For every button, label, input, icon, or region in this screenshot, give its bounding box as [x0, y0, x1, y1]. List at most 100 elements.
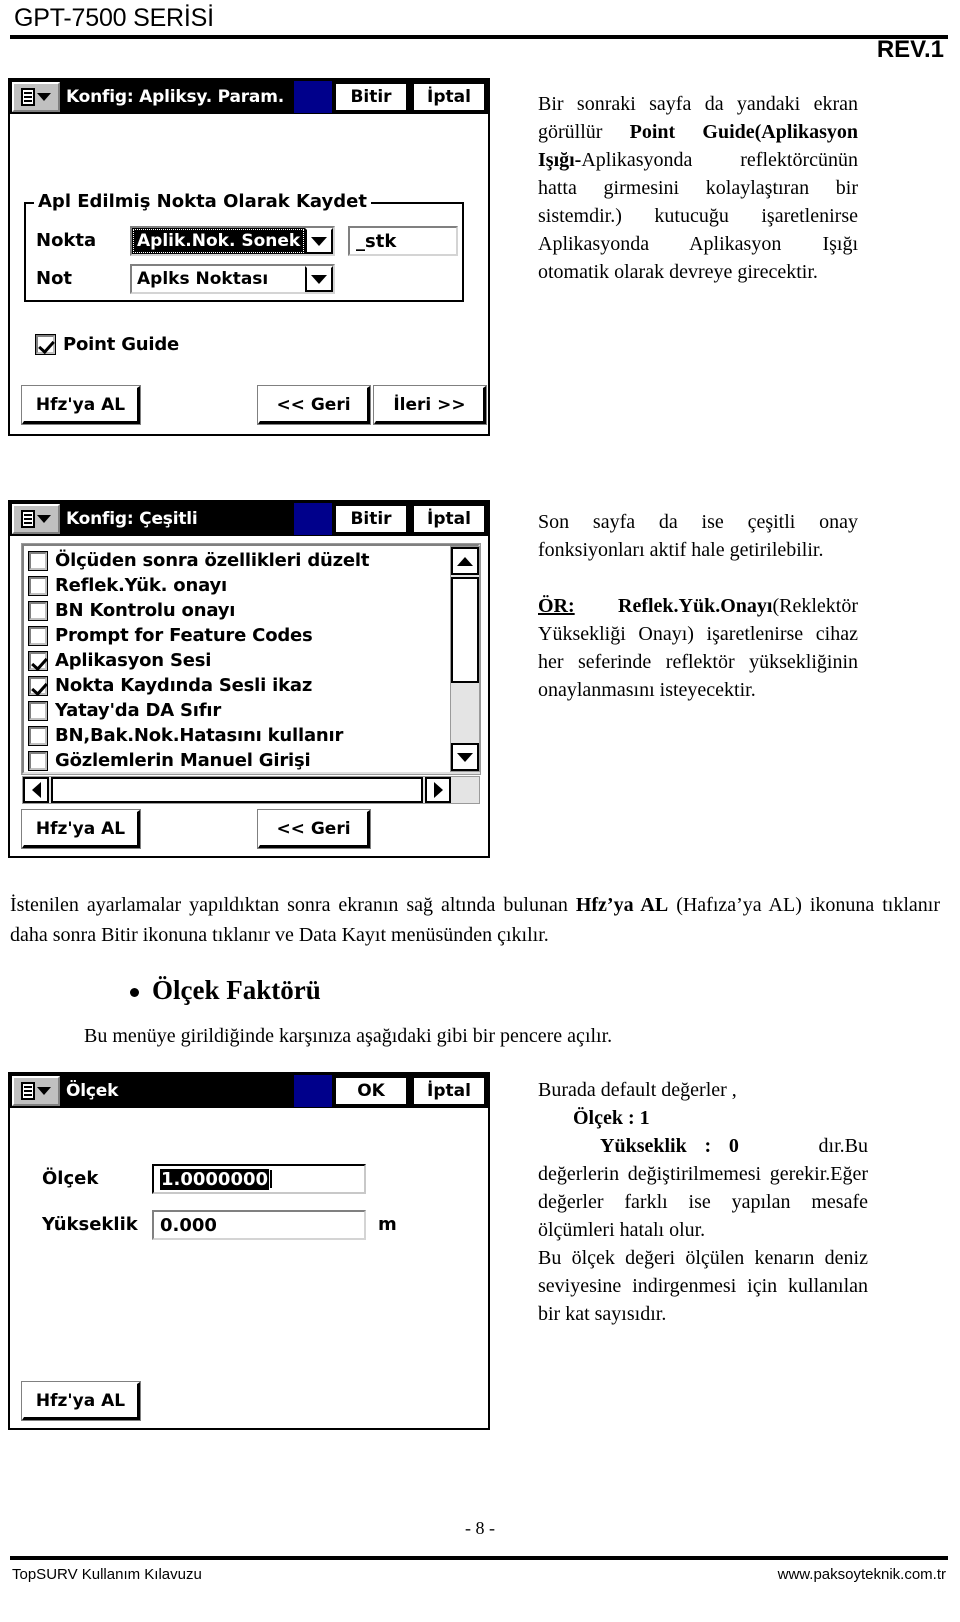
dialog1-not-combo-value: Aplks Noktası	[137, 269, 269, 289]
dialog3-olcek-value: 1.0000000	[160, 1168, 270, 1190]
list-item[interactable]: Ölçüden sonra özellikleri düzelt	[26, 548, 478, 573]
dialog1-groupbox-legend: Apl Edilmiş Nokta Olarak Kaydet	[34, 191, 371, 212]
scroll-up-button[interactable]	[451, 547, 479, 575]
dialog2-horizontal-scrollbar[interactable]	[22, 776, 480, 804]
dialog2-titlebar: Konfig: Çeşitli Bitir İptal	[10, 502, 488, 536]
list-item[interactable]: BN Kontrolu onayı	[26, 598, 478, 623]
list-item-label: Nokta Kaydında Sesli ikaz	[55, 675, 313, 696]
scroll-left-button[interactable]	[23, 777, 49, 803]
checkbox-icon[interactable]	[28, 650, 48, 671]
page-title: GPT-7500 SERİSİ	[14, 4, 214, 32]
dialog3-olcek-label: Ölçek	[42, 1168, 99, 1189]
dialog-olcek[interactable]: Ölçek OK İptal Ölçek 1.0000000 Yükseklik…	[8, 1072, 490, 1430]
list-item[interactable]: Gözlemlerin Manuel Girişi	[26, 748, 478, 772]
menu-list-icon[interactable]	[12, 1076, 60, 1106]
dialog1-next-button[interactable]: İleri >>	[373, 385, 487, 425]
list-item-label: Yatay'da DA Sıfır	[55, 700, 222, 721]
scroll-down-button[interactable]	[451, 743, 479, 771]
dialog-konfig-apliksy-param[interactable]: Konfig: Apliksy. Param. Bitir İptal Apl …	[8, 78, 490, 436]
dialog1-next-label: İleri >>	[393, 394, 466, 415]
dialog1-point-guide-checkbox[interactable]: Point Guide	[35, 334, 180, 355]
list-item-label: BN Kontrolu onayı	[55, 600, 236, 621]
list-item-label: Reflek.Yük. onayı	[55, 575, 227, 596]
dialog1-suffix-input[interactable]: _stk	[348, 226, 458, 256]
list-item[interactable]: Yatay'da DA Sıfır	[26, 698, 478, 723]
dialog1-titlebar: Konfig: Apliksy. Param. Bitir İptal	[10, 80, 488, 114]
dialog2-title-accent	[294, 503, 332, 535]
footer-divider	[10, 1556, 948, 1560]
dialog3-titlebar: Ölçek OK İptal	[10, 1074, 488, 1108]
dialog3-yukseklik-label: Yükseklik	[42, 1214, 138, 1235]
dialog-konfig-cesitli[interactable]: Konfig: Çeşitli Bitir İptal Ölçüden sonr…	[8, 500, 490, 858]
list-item[interactable]: Nokta Kaydında Sesli ikaz	[26, 673, 478, 698]
dialog1-suffix-value: _stk	[356, 230, 397, 252]
checkbox-icon[interactable]	[28, 700, 48, 721]
dialog1-not-label: Not	[36, 268, 73, 289]
dialog2-back-label: << Geri	[276, 818, 351, 839]
dialog3-title: Ölçek	[66, 1081, 119, 1101]
page-number: - 8 -	[465, 1518, 495, 1538]
paragraph-default-degerler: Burada default değerler , Ölçek : 1 Yüks…	[538, 1079, 869, 1325]
dialog1-ok-button[interactable]: Bitir	[334, 82, 408, 112]
list-item-label: Prompt for Feature Codes	[55, 625, 313, 646]
dialog1-not-combo[interactable]: Aplks Noktası	[130, 264, 335, 294]
checkbox-icon[interactable]	[28, 600, 48, 621]
dialog1-nokta-combo[interactable]: Aplik.Nok. Sonek	[130, 226, 335, 256]
dialog1-back-label: << Geri	[276, 394, 351, 415]
menu-list-icon[interactable]	[12, 82, 60, 112]
triangle-left-icon	[31, 782, 41, 798]
dialog2-store-button[interactable]: Hfz'ya AL	[21, 809, 141, 849]
dialog1-title: Konfig: Apliksy. Param.	[66, 87, 284, 107]
checkbox-icon[interactable]	[28, 750, 48, 771]
dialog2-store-label: Hfz'ya AL	[35, 818, 126, 839]
dialog1-nokta-combo-value: Aplik.Nok. Sonek	[132, 228, 305, 254]
chevron-down-icon[interactable]	[305, 228, 333, 254]
checkbox-icon[interactable]	[28, 550, 48, 571]
dialog3-store-label: Hfz'ya AL	[35, 1390, 126, 1411]
dialog3-ok-button[interactable]: OK	[334, 1076, 408, 1106]
dialog1-back-button[interactable]: << Geri	[257, 385, 371, 425]
checkbox-icon[interactable]	[28, 575, 48, 596]
bullet-point-icon	[130, 988, 139, 997]
dialog3-store-button[interactable]: Hfz'ya AL	[21, 1381, 141, 1421]
footer-website: www.paksoyteknik.com.tr	[777, 1566, 946, 1583]
paragraph-reflektor-onay: Son sayfa da ise çeşitli onay fonksiyonl…	[538, 511, 858, 701]
checkbox-icon[interactable]	[28, 675, 48, 696]
dialog2-title: Konfig: Çeşitli	[66, 509, 198, 529]
dialog3-yukseklik-input[interactable]: 0.000	[152, 1210, 366, 1240]
chevron-down-icon[interactable]	[305, 266, 333, 292]
list-item[interactable]: Aplikasyon Sesi	[26, 648, 478, 673]
dialog1-store-button[interactable]: Hfz'ya AL	[21, 385, 141, 425]
list-item[interactable]: Prompt for Feature Codes	[26, 623, 478, 648]
dialog2-ok-button[interactable]: Bitir	[334, 504, 408, 534]
header-divider	[10, 35, 948, 39]
scroll-thumb-vertical[interactable]	[451, 577, 479, 683]
dialog2-back-button[interactable]: << Geri	[257, 809, 371, 849]
dialog3-unit-label: m	[378, 1214, 397, 1235]
text-caret	[270, 1170, 273, 1188]
list-item[interactable]: Reflek.Yük. onayı	[26, 573, 478, 598]
dialog2-vertical-scrollbar[interactable]	[450, 546, 480, 772]
dialog1-title-accent	[294, 81, 332, 113]
dialog1-cancel-button[interactable]: İptal	[412, 82, 486, 112]
scroll-right-button[interactable]	[425, 777, 451, 803]
checkbox-icon[interactable]	[28, 625, 48, 646]
dialog2-cancel-button[interactable]: İptal	[412, 504, 486, 534]
checkbox-icon[interactable]	[35, 334, 56, 355]
paragraph-olcek-intro: Bu menüye girildiğinde karşınıza aşağıda…	[84, 1025, 613, 1047]
dialog3-cancel-button[interactable]: İptal	[412, 1076, 486, 1106]
menu-list-icon[interactable]	[12, 504, 60, 534]
dialog2-options-list[interactable]: Ölçüden sonra özellikleri düzelt Reflek.Y…	[21, 543, 481, 775]
checkbox-icon[interactable]	[28, 725, 48, 746]
dialog3-olcek-input[interactable]: 1.0000000	[152, 1164, 366, 1194]
list-item[interactable]: BN,Bak.Nok.Hatasını kullanır	[26, 723, 478, 748]
footer-document-name: TopSURV Kullanım Kılavuzu	[12, 1566, 202, 1583]
paragraph-point-guide: Bir sonraki sayfa da yandaki ekran görül…	[538, 93, 858, 283]
page-header: GPT-7500 SERİSİ REV.1	[0, 0, 960, 63]
list-item-label: Aplikasyon Sesi	[55, 650, 212, 671]
dialog1-point-guide-label: Point Guide	[63, 334, 180, 355]
list-item-label: Gözlemlerin Manuel Girişi	[55, 750, 311, 771]
triangle-right-icon	[433, 782, 443, 798]
revision-label: REV.1	[876, 36, 944, 63]
scroll-thumb-horizontal[interactable]	[51, 777, 423, 803]
